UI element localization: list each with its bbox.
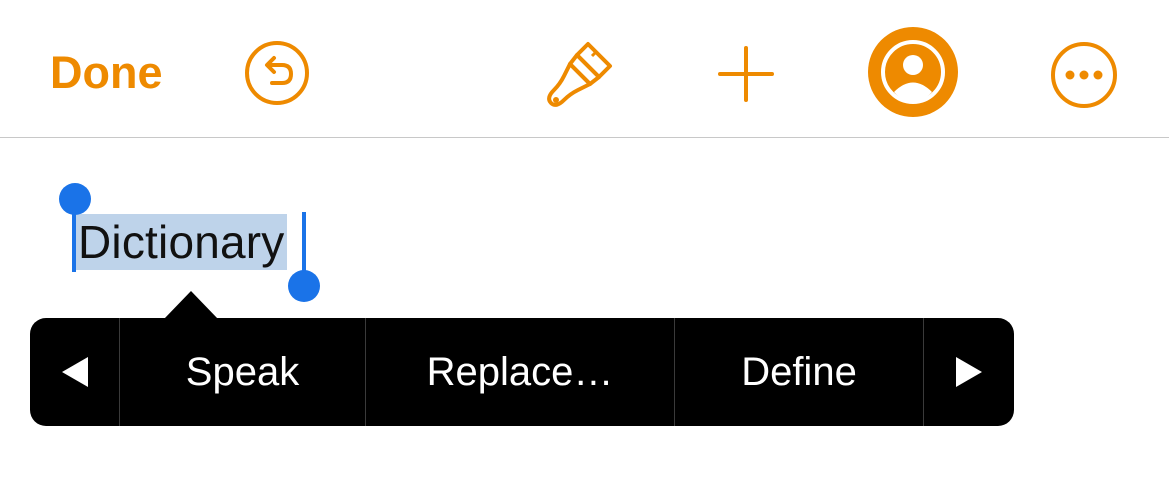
more-icon[interactable] bbox=[1050, 41, 1118, 109]
edit-menu-pointer bbox=[164, 291, 218, 319]
undo-icon[interactable] bbox=[244, 40, 310, 106]
edit-menu: Speak Replace… Define bbox=[30, 318, 1014, 426]
selection-start-handle[interactable] bbox=[59, 183, 91, 215]
selection-end-bar bbox=[302, 212, 306, 274]
paintbrush-icon[interactable] bbox=[544, 38, 618, 112]
done-button[interactable]: Done bbox=[50, 46, 163, 100]
selection-end-handle[interactable] bbox=[288, 270, 320, 302]
toolbar: Done bbox=[0, 0, 1169, 138]
menu-item-speak[interactable]: Speak bbox=[120, 318, 366, 426]
triangle-left-icon bbox=[61, 357, 88, 387]
selected-text[interactable]: Dictionary bbox=[76, 214, 287, 270]
menu-item-define[interactable]: Define bbox=[675, 318, 924, 426]
pages-editor: Done Dictionary Speak Replace… Define bbox=[0, 0, 1169, 477]
selection-start-bar bbox=[72, 210, 76, 272]
collaborate-icon[interactable] bbox=[866, 25, 960, 119]
menu-next-button[interactable] bbox=[924, 318, 1014, 426]
menu-item-replace[interactable]: Replace… bbox=[366, 318, 675, 426]
triangle-right-icon bbox=[956, 357, 982, 387]
menu-previous-button[interactable] bbox=[30, 318, 120, 426]
plus-icon[interactable] bbox=[716, 44, 776, 104]
